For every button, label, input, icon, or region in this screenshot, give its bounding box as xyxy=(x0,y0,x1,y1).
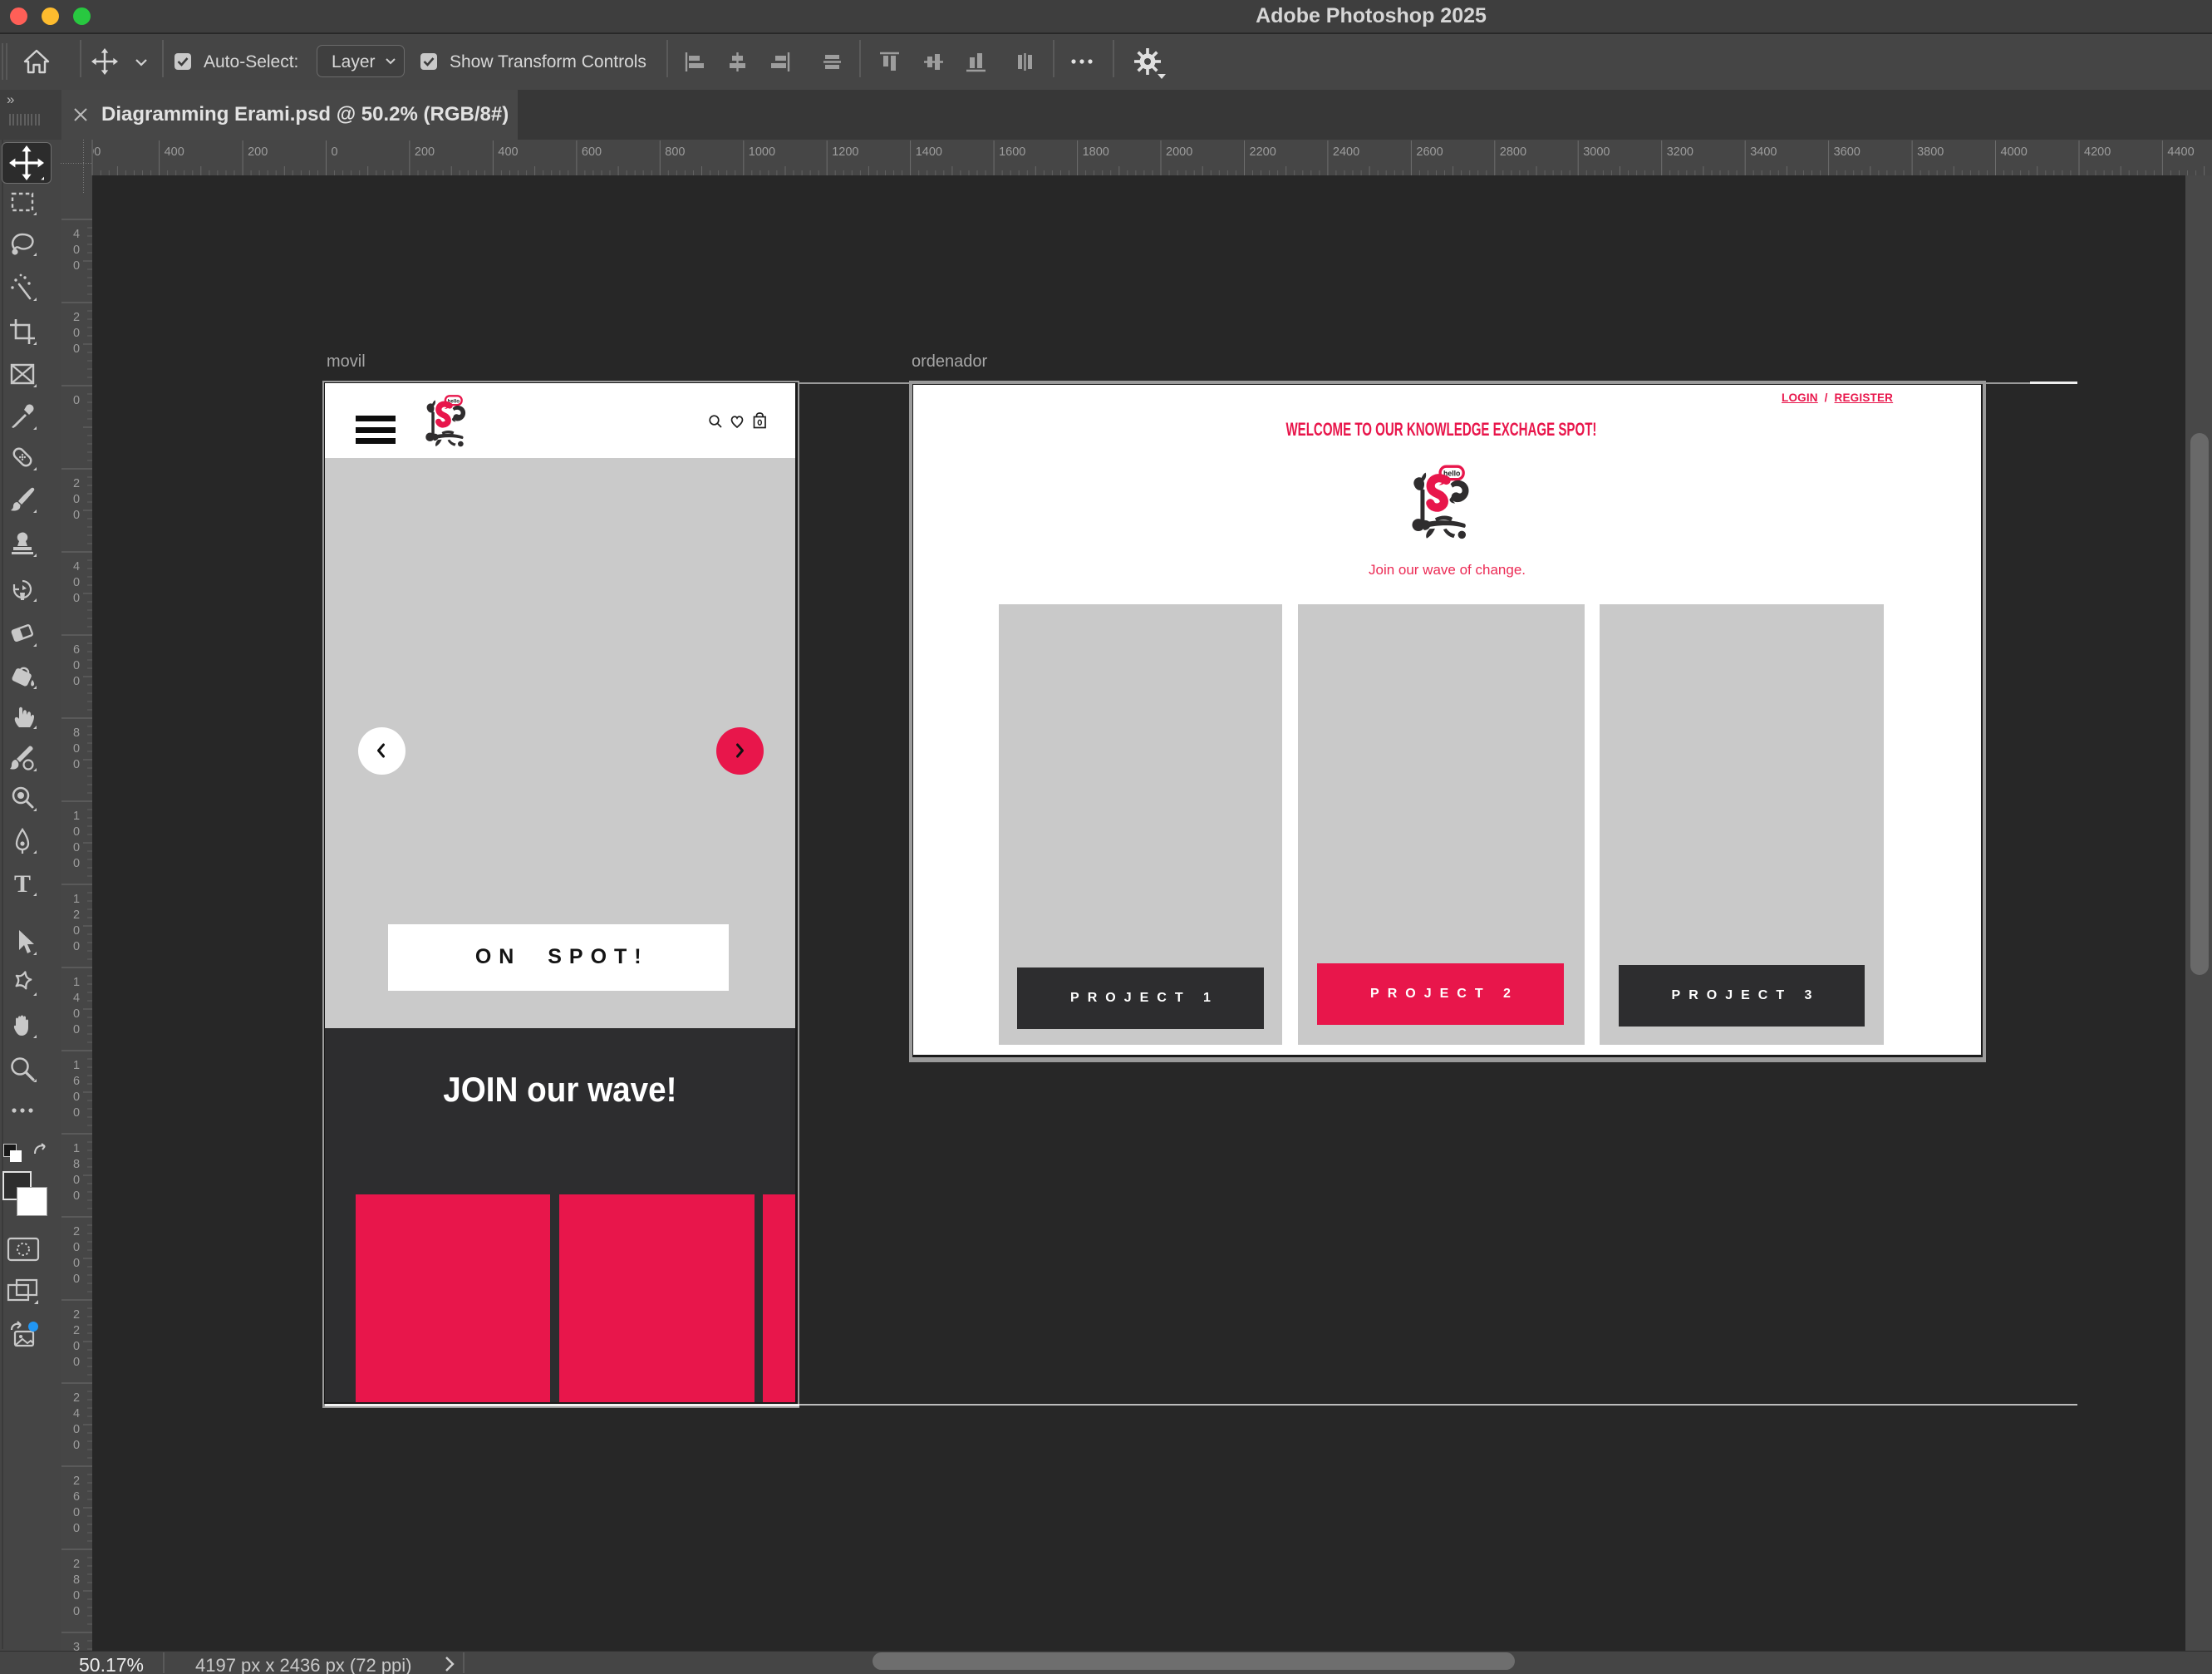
svg-text:3600: 3600 xyxy=(1834,145,1861,159)
svg-text:1000: 1000 xyxy=(749,145,775,159)
svg-text:0: 0 xyxy=(73,1007,80,1021)
svg-text:4400: 4400 xyxy=(2167,145,2194,159)
svg-text:0: 0 xyxy=(73,1589,80,1603)
svg-text:4: 4 xyxy=(73,1407,80,1420)
svg-text:0: 0 xyxy=(73,659,80,672)
svg-text:0: 0 xyxy=(73,259,80,273)
svg-text:0: 0 xyxy=(73,509,80,522)
svg-text:2800: 2800 xyxy=(1500,145,1526,159)
svg-text:0: 0 xyxy=(73,592,80,605)
svg-text:2200: 2200 xyxy=(1250,145,1276,159)
svg-text:0: 0 xyxy=(73,493,80,506)
svg-text:0: 0 xyxy=(332,145,338,159)
svg-text:1800: 1800 xyxy=(1083,145,1109,159)
svg-text:0: 0 xyxy=(73,342,80,356)
svg-text:0: 0 xyxy=(73,1189,80,1203)
svg-text:0: 0 xyxy=(73,1174,80,1187)
svg-text:200: 200 xyxy=(248,145,268,159)
svg-text:0: 0 xyxy=(73,1439,80,1452)
svg-text:0: 0 xyxy=(73,1506,80,1519)
svg-text:3800: 3800 xyxy=(1917,145,1944,159)
svg-text:4200: 4200 xyxy=(2084,145,2111,159)
svg-text:0: 0 xyxy=(73,825,80,839)
svg-text:1: 1 xyxy=(73,1059,80,1072)
svg-text:0: 0 xyxy=(73,758,80,771)
svg-text:2400: 2400 xyxy=(1333,145,1359,159)
svg-text:0: 0 xyxy=(73,1423,80,1436)
svg-text:3400: 3400 xyxy=(1750,145,1777,159)
svg-text:1: 1 xyxy=(73,810,80,823)
svg-text:0: 0 xyxy=(73,857,80,870)
svg-text:200: 200 xyxy=(415,145,435,159)
svg-text:2: 2 xyxy=(73,1558,80,1571)
svg-text:2: 2 xyxy=(73,1324,80,1337)
svg-text:2: 2 xyxy=(73,1308,80,1322)
svg-text:0: 0 xyxy=(73,675,80,688)
svg-text:0: 0 xyxy=(73,924,80,938)
svg-text:0: 0 xyxy=(73,1106,80,1120)
svg-text:0: 0 xyxy=(73,576,80,589)
svg-text:8: 8 xyxy=(73,1573,80,1587)
svg-text:4: 4 xyxy=(73,992,80,1005)
svg-text:0: 0 xyxy=(73,1340,80,1353)
svg-text:1200: 1200 xyxy=(832,145,858,159)
svg-text:2: 2 xyxy=(73,1391,80,1405)
svg-text:0: 0 xyxy=(73,244,80,257)
svg-text:400: 400 xyxy=(165,145,184,159)
svg-text:2: 2 xyxy=(73,1475,80,1488)
svg-text:0: 0 xyxy=(73,1091,80,1104)
svg-text:6: 6 xyxy=(73,643,80,657)
svg-text:0: 0 xyxy=(73,841,80,854)
svg-text:6: 6 xyxy=(73,1490,80,1504)
svg-text:0: 0 xyxy=(73,1241,80,1254)
svg-text:1: 1 xyxy=(73,893,80,906)
svg-text:0: 0 xyxy=(73,327,80,340)
svg-text:4: 4 xyxy=(73,560,80,574)
svg-text:0: 0 xyxy=(73,1522,80,1535)
svg-text:8: 8 xyxy=(73,726,80,740)
svg-text:4: 4 xyxy=(73,228,80,241)
svg-text:0: 0 xyxy=(73,940,80,953)
svg-text:3000: 3000 xyxy=(1583,145,1610,159)
svg-text:2: 2 xyxy=(73,908,80,922)
svg-text:0: 0 xyxy=(73,1356,80,1369)
svg-text:2: 2 xyxy=(73,311,80,324)
svg-text:2: 2 xyxy=(73,477,80,490)
svg-text:T: T xyxy=(14,870,31,897)
svg-text:3200: 3200 xyxy=(1667,145,1693,159)
svg-text:0: 0 xyxy=(73,1257,80,1270)
svg-text:0: 0 xyxy=(73,1023,80,1036)
svg-text:400: 400 xyxy=(498,145,518,159)
svg-text:600: 600 xyxy=(582,145,602,159)
svg-text:2000: 2000 xyxy=(1166,145,1192,159)
svg-text:8: 8 xyxy=(73,1158,80,1171)
svg-text:1: 1 xyxy=(73,1142,80,1155)
svg-text:2600: 2600 xyxy=(1416,145,1443,159)
svg-text:0: 0 xyxy=(73,1605,80,1618)
svg-text:6: 6 xyxy=(73,1075,80,1088)
svg-text:0: 0 xyxy=(73,1273,80,1286)
svg-text:3: 3 xyxy=(73,1641,80,1651)
svg-text:2: 2 xyxy=(73,1225,80,1238)
svg-text:4000: 4000 xyxy=(2001,145,2028,159)
svg-text:1400: 1400 xyxy=(916,145,942,159)
svg-text:1600: 1600 xyxy=(999,145,1025,159)
svg-text:0: 0 xyxy=(73,394,80,407)
svg-text:0: 0 xyxy=(73,742,80,756)
svg-text:800: 800 xyxy=(665,145,685,159)
svg-text:1: 1 xyxy=(73,976,80,989)
